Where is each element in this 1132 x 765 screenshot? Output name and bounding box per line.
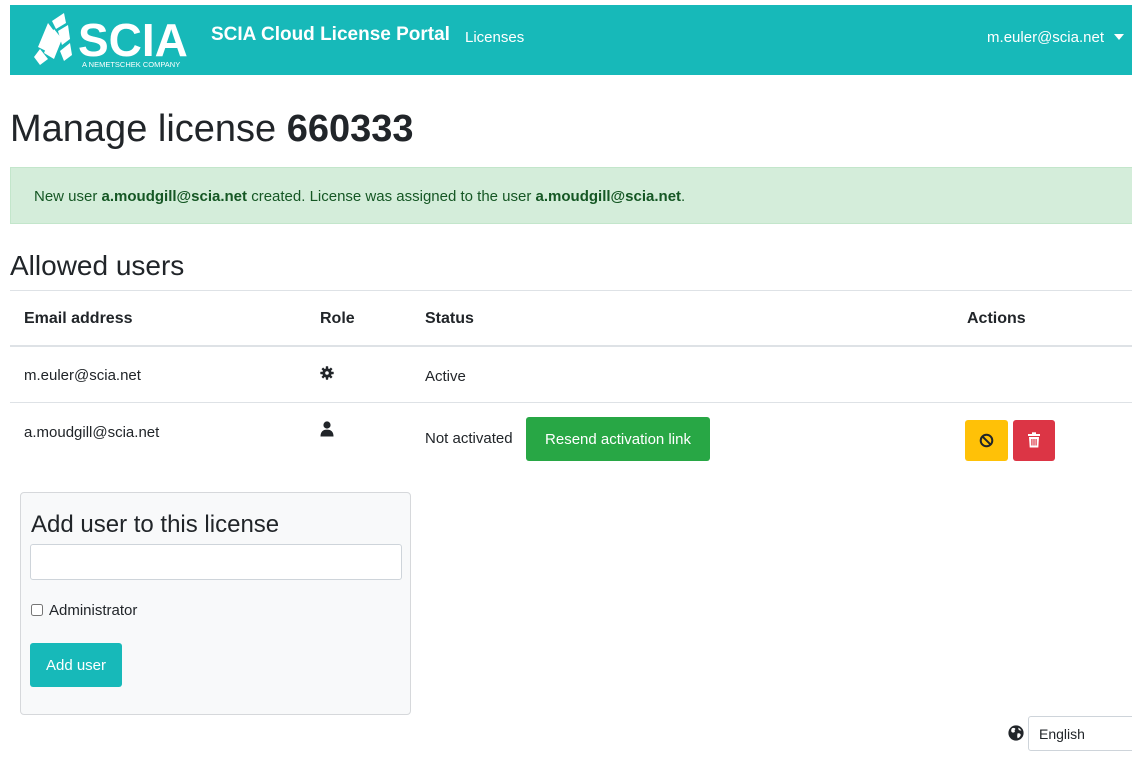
block-user-button[interactable] bbox=[965, 420, 1008, 461]
nav-link-licenses[interactable]: Licenses bbox=[465, 29, 524, 46]
allowed-users-heading: Allowed users bbox=[10, 250, 185, 281]
table-header-divider bbox=[10, 345, 1132, 347]
trash-icon bbox=[1028, 432, 1040, 448]
alert-text-part: New user bbox=[34, 188, 102, 205]
top-navbar: SCIA A NEMETSCHEK COMPANY SCIA Cloud Lic… bbox=[10, 5, 1132, 75]
brand-title[interactable]: SCIA Cloud License Portal bbox=[211, 24, 450, 46]
globe-icon bbox=[1008, 725, 1024, 741]
alert-user-email: a.moudgill@scia.net bbox=[101, 188, 248, 205]
add-user-card: Add user to this license Administrator A… bbox=[20, 492, 411, 715]
license-number: 660333 bbox=[286, 108, 414, 150]
language-selected-value: English bbox=[1039, 726, 1085, 742]
table-row-status: Not activated bbox=[425, 430, 513, 447]
page-title-prefix: Manage license bbox=[10, 108, 277, 150]
user-menu-toggle[interactable]: m.euler@scia.net bbox=[987, 29, 1104, 46]
success-alert: New user a.moudgill@scia.net created. Li… bbox=[10, 167, 1132, 224]
column-header-email: Email address bbox=[24, 310, 133, 327]
delete-user-button[interactable] bbox=[1013, 420, 1055, 461]
column-header-status: Status bbox=[425, 310, 474, 327]
alert-user-email: a.moudgill@scia.net bbox=[535, 188, 682, 205]
add-user-email-input[interactable] bbox=[30, 544, 402, 580]
language-select[interactable]: English bbox=[1028, 716, 1132, 751]
svg-text:A NEMETSCHEK COMPANY: A NEMETSCHEK COMPANY bbox=[82, 60, 180, 69]
svg-text:SCIA: SCIA bbox=[78, 14, 188, 66]
page-title: Manage license 660333 bbox=[10, 108, 414, 151]
table-row-divider bbox=[10, 402, 1132, 403]
resend-activation-button[interactable]: Resend activation link bbox=[526, 417, 710, 461]
add-user-heading: Add user to this license bbox=[31, 511, 280, 538]
administrator-checkbox[interactable] bbox=[31, 604, 43, 616]
table-row-status: Active bbox=[425, 368, 466, 385]
caret-down-icon[interactable] bbox=[1112, 30, 1126, 44]
table-top-border bbox=[10, 290, 1132, 291]
block-icon bbox=[979, 433, 994, 448]
user-icon bbox=[320, 421, 334, 437]
alert-text-part: created. License was assigned to the use… bbox=[247, 188, 536, 205]
column-header-actions: Actions bbox=[967, 310, 1026, 327]
scia-logo[interactable]: SCIA A NEMETSCHEK COMPANY bbox=[30, 9, 205, 69]
add-user-button[interactable]: Add user bbox=[30, 643, 122, 687]
table-row-email: m.euler@scia.net bbox=[24, 367, 141, 384]
column-header-role: Role bbox=[320, 310, 355, 327]
table-row-email: a.moudgill@scia.net bbox=[24, 424, 160, 441]
alert-text-part: . bbox=[681, 188, 686, 205]
alert-message: New user a.moudgill@scia.net created. Li… bbox=[34, 188, 685, 205]
gear-icon bbox=[320, 366, 334, 380]
administrator-label[interactable]: Administrator bbox=[49, 602, 137, 619]
